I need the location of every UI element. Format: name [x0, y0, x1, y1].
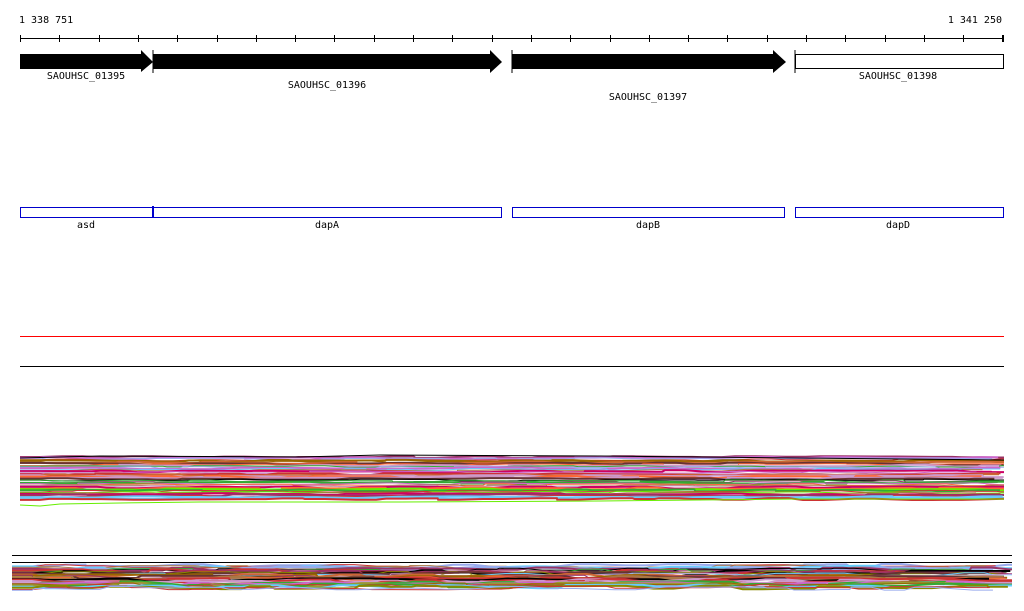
ruler-axis [20, 35, 1004, 42]
feature-box-dapD[interactable] [795, 207, 1004, 218]
gene-box-3[interactable] [795, 54, 1004, 69]
gene-locus-label: SAOUHSC_01395 [47, 71, 125, 82]
ruler-start-label: 1 338 751 [19, 15, 73, 26]
genome-browser-canvas: 1 338 751 1 341 250 SAOUHSC_01395 SAOUHS… [12, 15, 1012, 591]
ruler-end-label: 1 341 250 [948, 15, 1002, 26]
gene-arrow-1[interactable] [153, 50, 502, 73]
feature-box-asd[interactable] [20, 207, 153, 218]
gene-arrow-0[interactable] [20, 50, 153, 72]
alignment-track-upper [19, 454, 1005, 507]
feature-label: dapA [315, 220, 339, 231]
feature-label: dapD [886, 220, 910, 231]
gene-locus-label: SAOUHSC_01397 [609, 92, 687, 103]
gene-arrow-2[interactable] [512, 50, 786, 73]
alignment-track-lower [12, 563, 1012, 591]
feature-box-dapA[interactable] [153, 207, 502, 218]
gene-locus-label: SAOUHSC_01398 [859, 71, 937, 82]
feature-box-dapB[interactable] [512, 207, 785, 218]
feature-label: asd [77, 220, 95, 231]
feature-label: dapB [636, 220, 660, 231]
gene-locus-label: SAOUHSC_01396 [288, 80, 366, 91]
